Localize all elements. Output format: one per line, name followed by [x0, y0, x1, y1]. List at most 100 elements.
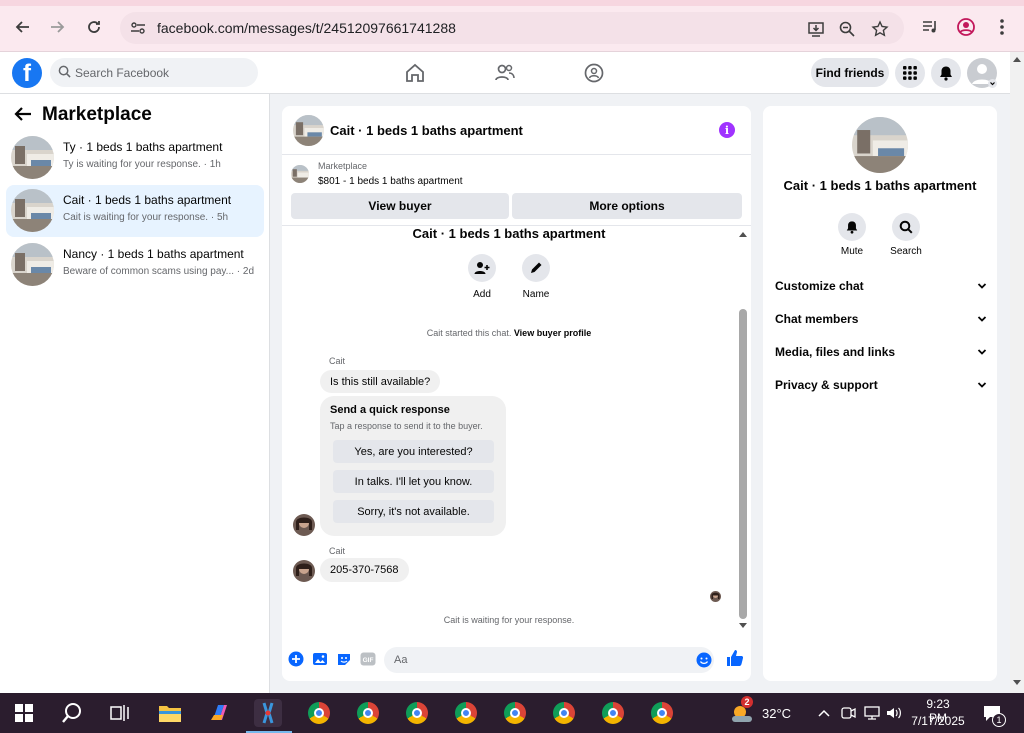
task-view-icon[interactable]	[106, 699, 134, 727]
browser-menu-icon[interactable]	[988, 13, 1016, 41]
sender-avatar[interactable]	[293, 560, 315, 582]
seen-receipt-avatar	[710, 591, 721, 602]
tab-strip	[0, 0, 1024, 6]
search-icon[interactable]	[892, 213, 920, 241]
install-app-icon[interactable]	[805, 18, 827, 40]
scroll-down-icon[interactable]	[739, 623, 747, 629]
home-icon[interactable]	[404, 62, 426, 84]
pencil-icon[interactable]	[522, 254, 550, 282]
info-icon[interactable]: i	[719, 122, 735, 138]
quick-reply-button[interactable]: In talks. I'll let you know.	[333, 470, 494, 493]
chrome-icon[interactable]	[550, 699, 578, 727]
add-person-icon[interactable]	[468, 254, 496, 282]
copilot-icon[interactable]	[206, 699, 234, 727]
customize-chat-section[interactable]: Customize chat	[775, 279, 987, 299]
browser-toolbar: facebook.com/messages/t/2451209766174128…	[0, 0, 1024, 52]
friends-icon[interactable]	[494, 62, 516, 84]
temperature[interactable]: 32°C	[762, 706, 791, 721]
quick-response-subtitle: Tap a response to send it to the buyer.	[330, 421, 483, 431]
url-text: facebook.com/messages/t/2451209766174128…	[157, 20, 456, 36]
media-controls-icon[interactable]	[916, 13, 944, 41]
message-input[interactable]: Aa	[384, 647, 714, 673]
conversation-item-active[interactable]: Cait · 1 beds 1 baths apartment Cait is …	[6, 185, 264, 237]
waiting-notice: Cait is waiting for your response.	[443, 615, 575, 625]
thumbs-up-icon[interactable]	[726, 649, 744, 670]
mute-action[interactable]: Mute	[832, 213, 872, 257]
sticker-icon[interactable]	[336, 651, 352, 670]
page-scroll-up-icon[interactable]	[1013, 56, 1021, 62]
sender-avatar[interactable]	[293, 514, 315, 536]
profile-icon[interactable]	[952, 13, 980, 41]
gif-icon[interactable]: GIF	[360, 651, 376, 670]
menu-grid-icon[interactable]	[895, 58, 925, 88]
chat-avatar[interactable]	[293, 115, 324, 146]
pinned-app-icon[interactable]	[254, 699, 282, 727]
privacy-support-section[interactable]: Privacy & support	[775, 378, 987, 398]
emoji-icon[interactable]	[696, 652, 712, 671]
chrome-icon[interactable]	[403, 699, 431, 727]
search-input[interactable]: Search Facebook	[50, 58, 258, 87]
conversation-item[interactable]: Nancy · 1 beds 1 baths apartment Beware …	[6, 239, 264, 291]
address-bar[interactable]: facebook.com/messages/t/2451209766174128…	[120, 12, 904, 44]
listing-thumbnail	[11, 189, 54, 232]
scroll-up-icon[interactable]	[739, 231, 747, 237]
search-placeholder: Search Facebook	[75, 66, 170, 80]
chrome-icon[interactable]	[648, 699, 676, 727]
bookmark-star-icon[interactable]	[869, 18, 891, 40]
chrome-icon[interactable]	[305, 699, 333, 727]
quick-reply-button[interactable]: Sorry, it's not available.	[333, 500, 494, 523]
clock-date[interactable]: 7/17/2025	[910, 714, 966, 728]
message-bubble[interactable]: Is this still available?	[320, 370, 441, 393]
listing-price[interactable]: $801 - 1 beds 1 baths apartment	[318, 176, 463, 187]
plus-circle-icon[interactable]	[288, 651, 304, 670]
info-avatar	[852, 117, 908, 173]
name-action[interactable]: Name	[511, 254, 561, 300]
mute-label: Mute	[840, 246, 864, 257]
quick-response-card: Send a quick response Tap a response to …	[320, 396, 506, 536]
page-scroll-down-icon[interactable]	[1013, 680, 1021, 686]
back-icon[interactable]	[8, 13, 36, 41]
chat-scrollbar[interactable]	[737, 229, 749, 633]
view-buyer-profile-link[interactable]: View buyer profile	[514, 328, 591, 338]
more-options-button[interactable]: More options	[512, 193, 742, 219]
groups-icon[interactable]	[583, 62, 605, 84]
chat-started-text: Cait started this chat.	[426, 328, 512, 338]
message-bubble[interactable]: 205-370-7568	[320, 558, 409, 582]
view-buyer-button[interactable]: View buyer	[291, 193, 509, 219]
zoom-icon[interactable]	[836, 18, 858, 40]
chrome-icon[interactable]	[599, 699, 627, 727]
conversation-info-panel: Cait · 1 beds 1 baths apartment Mute Sea…	[763, 106, 997, 681]
reload-icon[interactable]	[80, 13, 108, 41]
chat-header: Cait · 1 beds 1 baths apartment i	[282, 106, 751, 155]
add-action[interactable]: Add	[457, 254, 507, 300]
conversation-preview: Cait is waiting for your response. · 5h	[63, 212, 229, 223]
quick-reply-button[interactable]: Yes, are you interested?	[333, 440, 494, 463]
photo-icon[interactable]	[312, 651, 328, 670]
page-scrollbar[interactable]	[1010, 52, 1024, 693]
chrome-icon[interactable]	[354, 699, 382, 727]
find-friends-button[interactable]: Find friends	[811, 58, 889, 87]
notifications-bell-icon[interactable]	[931, 58, 961, 88]
forward-icon[interactable]	[44, 13, 72, 41]
media-files-links-section[interactable]: Media, files and links	[775, 345, 987, 365]
site-settings-icon[interactable]	[130, 20, 146, 39]
account-chevron-icon	[988, 79, 997, 88]
search-action[interactable]: Search	[886, 213, 926, 257]
taskbar-search-icon[interactable]	[58, 699, 86, 727]
back-arrow-icon[interactable]	[14, 106, 32, 125]
chat-members-section[interactable]: Chat members	[775, 312, 987, 332]
chrome-icon[interactable]	[452, 699, 480, 727]
windows-start-icon[interactable]	[10, 699, 38, 727]
chrome-icon[interactable]	[501, 699, 529, 727]
scrollbar-thumb[interactable]	[739, 309, 747, 619]
message-composer: GIF Aa	[282, 643, 751, 681]
facebook-logo[interactable]: f	[12, 58, 42, 88]
chat-title[interactable]: Cait · 1 beds 1 baths apartment	[330, 123, 523, 138]
message-placeholder: Aa	[394, 654, 408, 666]
bell-icon[interactable]	[838, 213, 866, 241]
volume-icon[interactable]	[880, 699, 908, 727]
file-explorer-icon[interactable]	[156, 699, 184, 727]
marketplace-inbox: Marketplace Ty · 1 beds 1 baths apartmen…	[0, 94, 270, 693]
conversation-item[interactable]: Ty · 1 beds 1 baths apartment Ty is wait…	[6, 132, 264, 184]
section-label: Privacy & support	[775, 378, 878, 392]
